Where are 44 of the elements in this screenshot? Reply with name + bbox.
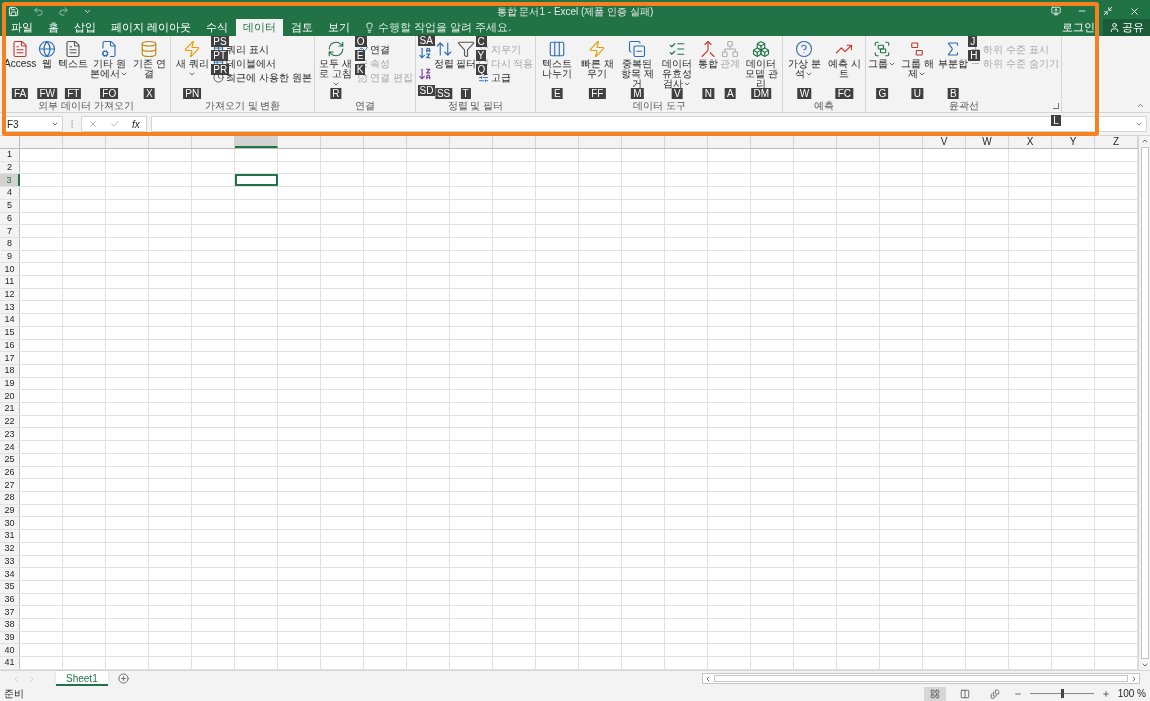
keytip-tooltip: O	[354, 36, 367, 47]
keytip-tooltip: A	[725, 88, 736, 99]
keytip-tooltip: FC	[835, 88, 854, 99]
keytip-tooltip: K	[354, 64, 366, 75]
group-label: 가져오기 및 변환	[204, 100, 281, 111]
status-text: 준비	[4, 687, 24, 701]
keytip-tooltip: FF	[589, 88, 606, 99]
keytip-tooltip: H	[968, 50, 980, 61]
keytip-tooltip: N	[702, 88, 714, 99]
keytip-tooltip: R	[330, 88, 342, 99]
group-label: 예측	[814, 100, 835, 111]
group-label: 연결	[354, 100, 375, 111]
keytip-tooltip: Q	[475, 64, 488, 75]
keytip-tooltip: E	[354, 50, 366, 61]
keytip-tooltip: FA	[12, 88, 29, 99]
keytip-tooltip: FT	[65, 88, 82, 99]
keytip-tooltip: PS	[211, 36, 229, 47]
keytip-tooltip: FW	[37, 88, 57, 99]
keytip-tooltip: G	[876, 88, 889, 99]
group-label: 정렬 및 필터	[447, 100, 504, 111]
keytip-tooltip: B	[948, 88, 959, 99]
keytip-tooltip: SD	[417, 85, 436, 96]
keytip-tooltip: L	[1051, 115, 1061, 126]
keytip-tooltip: SA	[417, 35, 435, 46]
keytip-tooltip: J	[968, 36, 978, 47]
group-label: 외부 데이터 가져오기	[38, 100, 134, 111]
keytip-tooltip: E	[552, 88, 563, 99]
keytip-tooltip: SS	[434, 88, 453, 99]
keytip-tooltip: W	[797, 88, 812, 99]
keytip-tooltip: V	[672, 88, 683, 99]
keytip-tooltip: PT	[211, 50, 228, 61]
group-label: 데이터 도구	[632, 100, 686, 111]
keytip-tooltip: Y	[475, 50, 487, 61]
window-title: 통합 문서1 - Excel (제품 인증 실패)	[496, 6, 654, 18]
keytip-tooltip: M	[631, 88, 644, 99]
keytip-tooltip: T	[460, 88, 471, 99]
keytip-tooltip: U	[911, 88, 923, 99]
keytip-tooltip: PR	[211, 64, 230, 75]
keytip-tooltip: X	[143, 88, 155, 99]
keytip-tooltip: PN	[183, 88, 202, 99]
keytip-tooltip: FO	[100, 88, 119, 99]
keytip-tooltip: C	[475, 36, 487, 47]
group-label: 윤곽선	[948, 100, 979, 111]
keytip-tooltip: DM	[751, 88, 772, 99]
